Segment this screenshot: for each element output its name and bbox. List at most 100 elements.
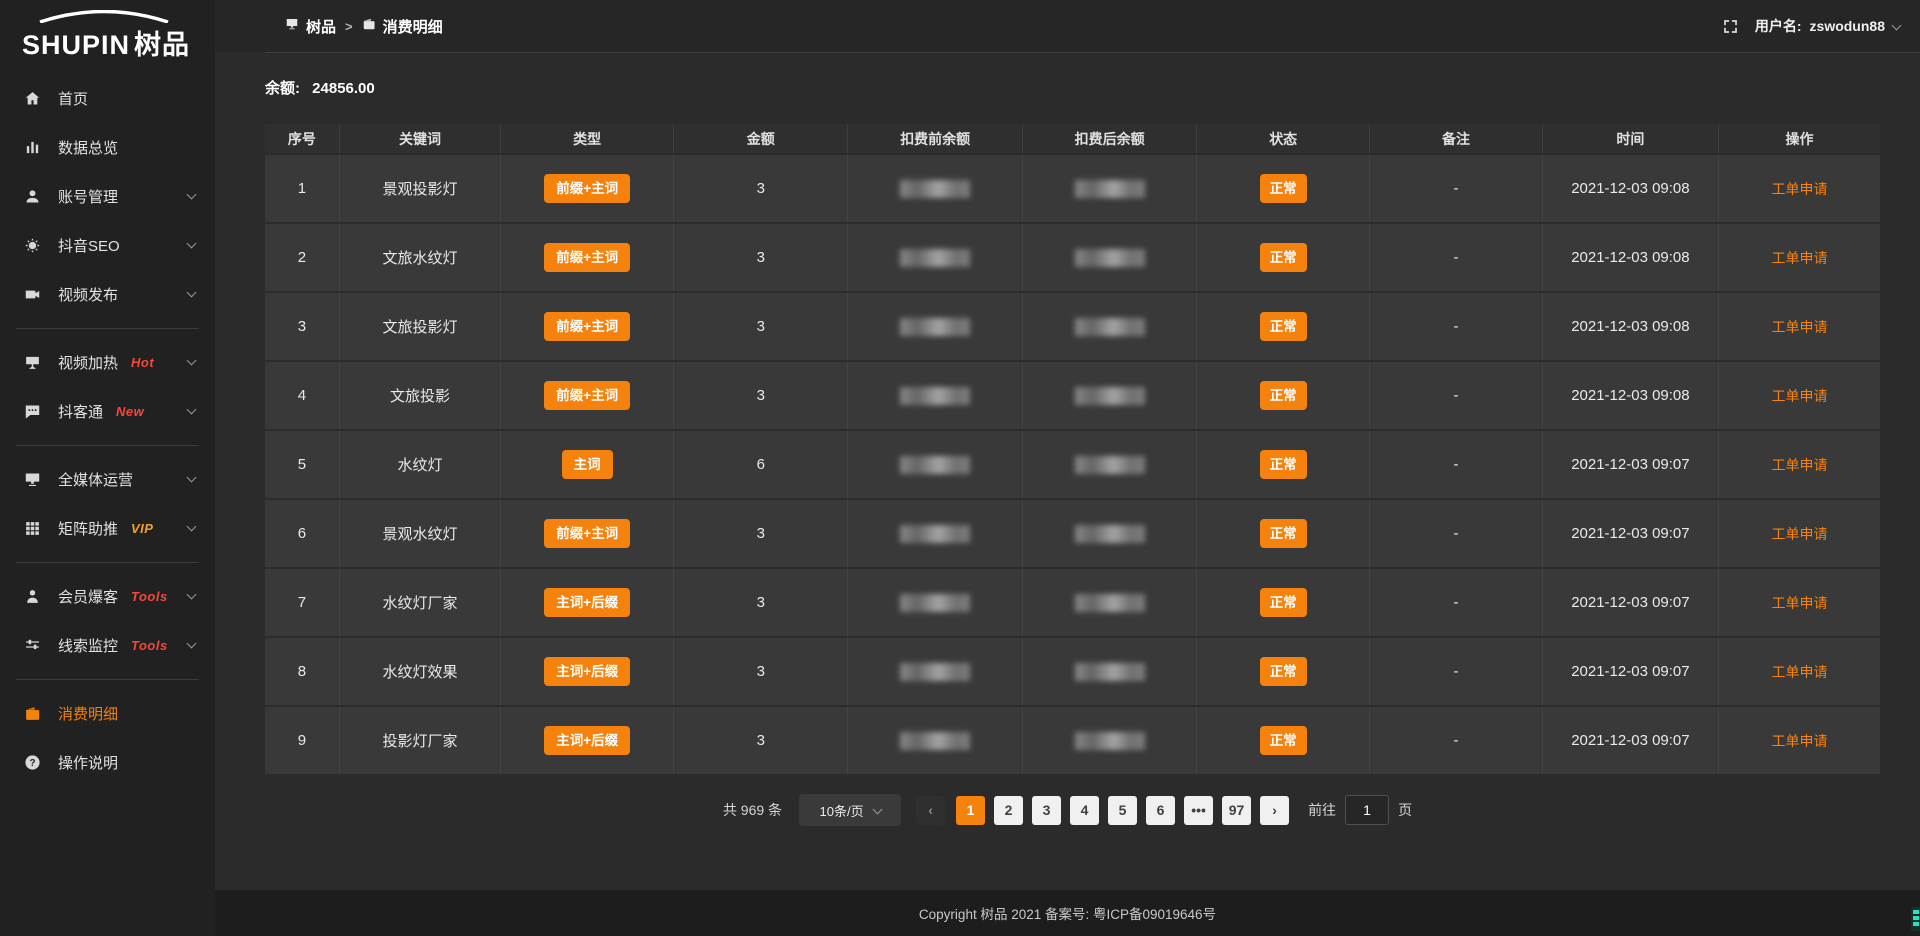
prev-page-button[interactable]: ‹ — [916, 796, 945, 825]
goto-page-input[interactable] — [1345, 795, 1389, 825]
cell-index: 7 — [265, 568, 339, 637]
sidebar-divider — [16, 445, 199, 446]
sidebar-item-clue-monitor[interactable]: 线索监控 Tools — [0, 621, 215, 670]
sidebar-item-matrix-boost[interactable]: 矩阵助推 VIP — [0, 504, 215, 553]
breadcrumb-item[interactable]: 树品 — [285, 16, 336, 37]
cell-type: 主词+后缀 — [501, 706, 674, 775]
page-button-4[interactable]: 4 — [1070, 796, 1099, 825]
sidebar-item-media-operation[interactable]: 全媒体运营 — [0, 455, 215, 504]
sidebar-item-label: 线索监控 — [58, 635, 118, 656]
goto-label: 前往 — [1308, 800, 1336, 820]
page-button-2[interactable]: 2 — [994, 796, 1023, 825]
cell-keyword: 文旅投影 — [339, 361, 501, 430]
page-button-6[interactable]: 6 — [1146, 796, 1175, 825]
masked-value — [1075, 732, 1145, 750]
sidebar-item-member-burst[interactable]: 会员爆客 Tools — [0, 572, 215, 621]
cell-post-balance — [1022, 706, 1196, 775]
work-order-link[interactable]: 工单申请 — [1771, 595, 1827, 611]
home-icon — [24, 90, 44, 108]
chevron-down-icon — [187, 356, 197, 366]
video-camera-icon — [24, 286, 44, 304]
masked-value — [1075, 525, 1145, 543]
page-size-select[interactable]: 10条/页 — [799, 794, 901, 826]
sidebar-item-help[interactable]: ? 操作说明 — [0, 738, 215, 787]
status-badge: 正常 — [1260, 726, 1307, 756]
status-badge: 正常 — [1260, 519, 1307, 549]
sidebar-item-douketong[interactable]: 抖客通 New — [0, 387, 215, 436]
sidebar-item-home[interactable]: 首页 — [0, 74, 215, 123]
chevron-down-icon — [187, 239, 197, 249]
masked-value — [1075, 663, 1145, 681]
cell-type: 主词+后缀 — [501, 637, 674, 706]
work-order-link[interactable]: 工单申请 — [1771, 388, 1827, 404]
column-header: 扣费前余额 — [848, 124, 1022, 154]
cell-index: 6 — [265, 499, 339, 568]
cell-status: 正常 — [1197, 430, 1370, 499]
sidebar-item-tag: Tools — [131, 589, 168, 604]
cell-pre-balance — [848, 499, 1022, 568]
work-order-link[interactable]: 工单申请 — [1771, 526, 1827, 542]
wallet-icon — [362, 17, 376, 35]
sidebar-item-account-manage[interactable]: 账号管理 — [0, 172, 215, 221]
work-order-link[interactable]: 工单申请 — [1771, 250, 1827, 266]
fullscreen-icon[interactable] — [1722, 18, 1739, 35]
grid-icon — [24, 520, 44, 538]
table-row: 6 景观水纹灯 前缀+主词 3 正常 - 2021-12-03 09:07 工单… — [265, 499, 1880, 568]
page-button-3[interactable]: 3 — [1032, 796, 1061, 825]
cell-amount: 3 — [674, 292, 848, 361]
table-row: 1 景观投影灯 前缀+主词 3 正常 - 2021-12-03 09:08 工单… — [265, 154, 1880, 223]
cell-post-balance — [1022, 637, 1196, 706]
cell-status: 正常 — [1197, 568, 1370, 637]
cell-type: 前缀+主词 — [501, 154, 674, 223]
cell-remark: - — [1370, 154, 1543, 223]
sidebar-item-video-publish[interactable]: 视频发布 — [0, 270, 215, 319]
work-order-link[interactable]: 工单申请 — [1771, 457, 1827, 473]
consume-table: 序号关键词类型金额扣费前余额扣费后余额状态备注时间操作 1 景观投影灯 前缀+主… — [265, 124, 1880, 776]
page-button-•••[interactable]: ••• — [1184, 796, 1213, 825]
status-badge: 正常 — [1260, 588, 1307, 618]
cell-type: 前缀+主词 — [501, 292, 674, 361]
work-order-link[interactable]: 工单申请 — [1771, 664, 1827, 680]
cell-action: 工单申请 — [1718, 292, 1880, 361]
masked-value — [900, 249, 970, 267]
sliders-icon — [24, 637, 44, 655]
sidebar-item-label: 全媒体运营 — [58, 469, 133, 490]
next-page-button[interactable]: › — [1260, 796, 1289, 825]
floating-widget[interactable] — [1911, 907, 1920, 931]
sidebar-item-label: 首页 — [58, 88, 88, 109]
cell-amount: 3 — [674, 223, 848, 292]
work-order-link[interactable]: 工单申请 — [1771, 733, 1827, 749]
user-menu[interactable]: 用户名: zswodun88 — [1755, 16, 1900, 36]
cell-time: 2021-12-03 09:07 — [1542, 430, 1718, 499]
sidebar-item-label: 抖客通 — [58, 401, 103, 422]
chevron-down-icon — [187, 639, 197, 649]
svg-text:?: ? — [29, 758, 35, 769]
cell-action: 工单申请 — [1718, 223, 1880, 292]
cell-post-balance — [1022, 499, 1196, 568]
cell-status: 正常 — [1197, 706, 1370, 775]
page-button-5[interactable]: 5 — [1108, 796, 1137, 825]
cell-post-balance — [1022, 430, 1196, 499]
sidebar-item-data-overview[interactable]: 数据总览 — [0, 123, 215, 172]
breadcrumb-item[interactable]: 消费明细 — [362, 16, 443, 37]
chat-icon — [24, 403, 44, 421]
cell-time: 2021-12-03 09:08 — [1542, 292, 1718, 361]
cell-amount: 3 — [674, 499, 848, 568]
cell-status: 正常 — [1197, 499, 1370, 568]
table-body: 1 景观投影灯 前缀+主词 3 正常 - 2021-12-03 09:08 工单… — [265, 154, 1880, 775]
sidebar-item-douyin-seo[interactable]: 抖音SEO — [0, 221, 215, 270]
cell-status: 正常 — [1197, 637, 1370, 706]
cell-post-balance — [1022, 223, 1196, 292]
sidebar-item-consume-detail[interactable]: 消费明细 — [0, 689, 215, 738]
cell-amount: 3 — [674, 361, 848, 430]
work-order-link[interactable]: 工单申请 — [1771, 181, 1827, 197]
work-order-link[interactable]: 工单申请 — [1771, 319, 1827, 335]
cell-action: 工单申请 — [1718, 430, 1880, 499]
sidebar-item-video-heat[interactable]: 视频加热 Hot — [0, 338, 215, 387]
cell-amount: 3 — [674, 154, 848, 223]
cell-action: 工单申请 — [1718, 706, 1880, 775]
page-button-97[interactable]: 97 — [1222, 796, 1251, 825]
cell-action: 工单申请 — [1718, 499, 1880, 568]
page-button-1[interactable]: 1 — [956, 796, 985, 825]
status-badge: 正常 — [1260, 450, 1307, 480]
